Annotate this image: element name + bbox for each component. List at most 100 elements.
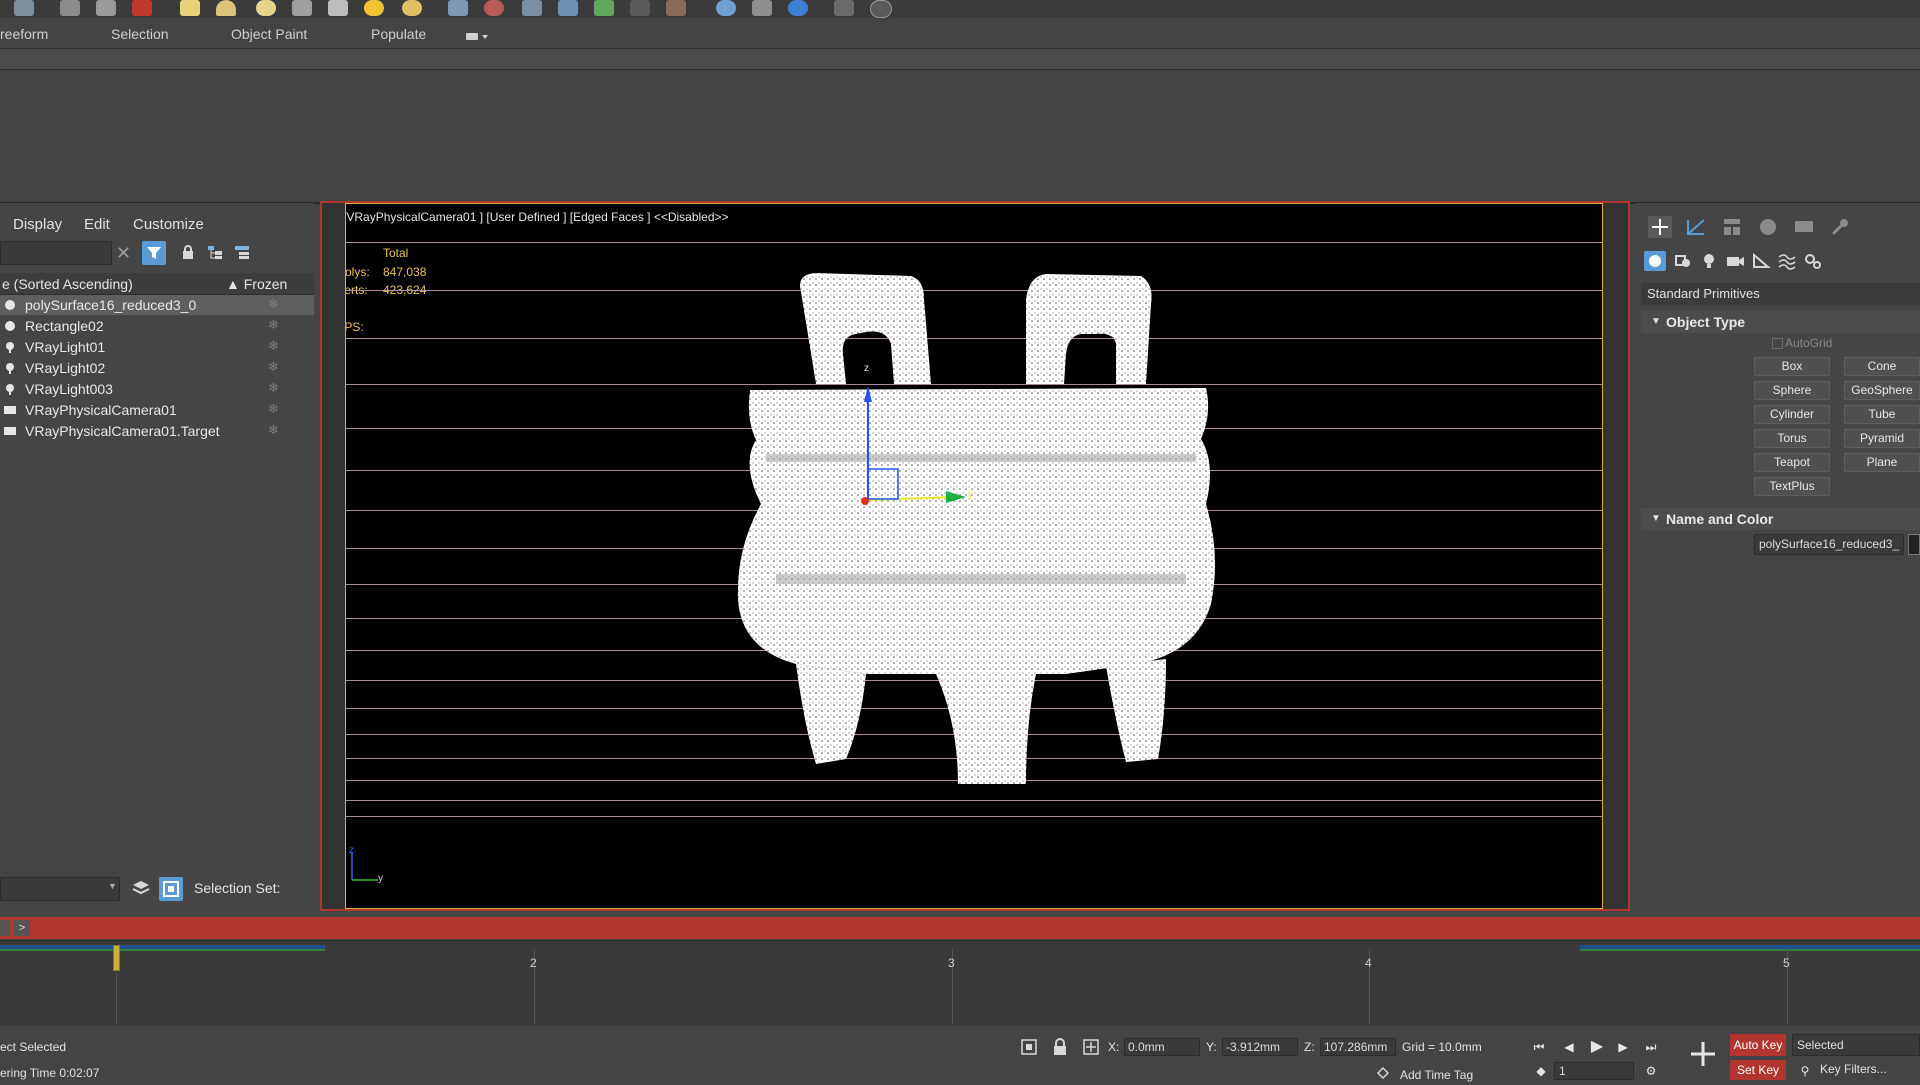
freeze-toggle-icon[interactable]: ❄ bbox=[268, 359, 279, 375]
torus-button[interactable]: Torus bbox=[1754, 429, 1830, 448]
layers-button[interactable] bbox=[131, 878, 151, 898]
autogrid-checkbox[interactable] bbox=[1772, 338, 1783, 349]
category-shapes[interactable] bbox=[1672, 251, 1694, 271]
tab-selection[interactable]: Selection bbox=[111, 26, 169, 42]
plane-button[interactable]: Plane bbox=[1844, 453, 1920, 472]
list-item[interactable]: VRayPhysicalCamera01.Target ❄ bbox=[0, 421, 314, 441]
hierarchy-collapse-icon[interactable] bbox=[234, 244, 250, 260]
next-frame-button[interactable]: > bbox=[14, 920, 30, 936]
selection-set-button[interactable] bbox=[159, 877, 183, 901]
set-keys-button[interactable] bbox=[1685, 1034, 1721, 1074]
category-systems[interactable] bbox=[1802, 251, 1824, 271]
time-config-button[interactable]: ⚙ bbox=[1642, 1062, 1660, 1080]
track-bar[interactable]: 2 3 4 5 bbox=[0, 940, 1920, 1026]
key-filter-icon[interactable]: ⚲ bbox=[1796, 1062, 1814, 1080]
prev-frame-button[interactable] bbox=[0, 920, 10, 936]
clear-search-icon[interactable]: ✕ bbox=[116, 243, 131, 264]
selection-lock-button[interactable] bbox=[1052, 1038, 1068, 1056]
current-frame-field[interactable]: 1 bbox=[1554, 1062, 1634, 1080]
box-create-icon[interactable] bbox=[180, 0, 200, 16]
bind-icon[interactable] bbox=[132, 0, 152, 16]
hf-icon[interactable] bbox=[630, 0, 650, 16]
vray-fur-icon[interactable] bbox=[558, 0, 578, 16]
polysurface-object[interactable] bbox=[346, 204, 1603, 909]
list-item[interactable]: Rectangle02 ❄ bbox=[0, 316, 314, 336]
category-spacewarps[interactable] bbox=[1776, 251, 1798, 271]
tab-hierarchy[interactable] bbox=[1720, 216, 1744, 238]
vray-sphere-icon[interactable] bbox=[484, 0, 504, 16]
list-item[interactable]: VRayLight003 ❄ bbox=[0, 379, 314, 399]
help-icon[interactable] bbox=[870, 0, 892, 18]
name-color-rollout[interactable]: ▼ Name and Color bbox=[1641, 508, 1920, 530]
key-mode-toggle[interactable]: ◆ bbox=[1532, 1062, 1550, 1080]
tab-modify[interactable] bbox=[1684, 216, 1708, 238]
freeze-toggle-icon[interactable]: ❄ bbox=[268, 317, 279, 333]
camera-viewport[interactable]: [+] [VRayPhysicalCamera01 ] [User Define… bbox=[345, 203, 1603, 909]
tube-button[interactable]: Tube bbox=[1844, 405, 1920, 424]
unlink-icon[interactable] bbox=[96, 0, 116, 16]
hierarchy-expand-icon[interactable] bbox=[207, 244, 223, 260]
category-cameras[interactable] bbox=[1724, 251, 1746, 271]
time-slider[interactable]: > bbox=[0, 917, 1920, 939]
pyramid-button[interactable]: Pyramid bbox=[1844, 429, 1920, 448]
prev-key-button[interactable]: ◀ bbox=[1560, 1038, 1578, 1056]
goto-end-button[interactable]: ⏭ bbox=[1642, 1038, 1660, 1056]
render-icon[interactable] bbox=[716, 0, 736, 16]
list-item[interactable]: polySurface16_reduced3_0 ❄ bbox=[0, 295, 314, 315]
auto-key-button[interactable]: Auto Key bbox=[1730, 1034, 1786, 1056]
sphere-create-icon[interactable] bbox=[256, 0, 276, 16]
pyramid-create-icon[interactable] bbox=[328, 0, 348, 16]
time-cursor-handle[interactable] bbox=[113, 945, 120, 971]
object-type-rollout[interactable]: ▼ Object Type bbox=[1641, 311, 1920, 333]
primitive-category-dropdown[interactable]: Standard Primitives bbox=[1641, 283, 1920, 305]
column-frozen-header[interactable]: ▲ Frozen bbox=[226, 276, 287, 292]
object-name-field[interactable]: polySurface16_reduced3_ bbox=[1754, 534, 1904, 555]
column-name-header[interactable]: e (Sorted Ascending) bbox=[2, 276, 133, 292]
list-item[interactable]: VRayLight01 ❄ bbox=[0, 337, 314, 357]
tab-motion[interactable] bbox=[1756, 216, 1780, 238]
geosphere-create-icon[interactable] bbox=[292, 0, 312, 16]
checker-material-icon[interactable] bbox=[448, 0, 468, 16]
explorer-search-input[interactable] bbox=[0, 241, 112, 265]
layer-dropdown[interactable] bbox=[0, 877, 120, 901]
freeze-toggle-icon[interactable]: ❄ bbox=[268, 338, 279, 354]
scene-states-icon[interactable] bbox=[834, 0, 854, 16]
isolate-selection-button[interactable] bbox=[1020, 1038, 1038, 1056]
y-coord-field[interactable]: -3.912mm bbox=[1222, 1038, 1298, 1056]
set-key-button[interactable]: Set Key bbox=[1730, 1060, 1786, 1080]
menu-edit[interactable]: Edit bbox=[84, 216, 110, 233]
list-item[interactable]: VRayLight02 ❄ bbox=[0, 358, 314, 378]
freeze-toggle-icon[interactable]: ❄ bbox=[268, 422, 279, 438]
cone-button[interactable]: Cone bbox=[1844, 357, 1920, 376]
ribbon-options-dropdown[interactable] bbox=[466, 29, 490, 40]
vray-proxy-icon[interactable] bbox=[522, 0, 542, 16]
frame-buffer-icon[interactable] bbox=[752, 0, 772, 16]
freeze-toggle-icon[interactable]: ❄ bbox=[268, 401, 279, 417]
undo-icon[interactable] bbox=[14, 0, 34, 16]
link-icon[interactable] bbox=[60, 0, 80, 16]
lock-icon[interactable] bbox=[180, 244, 196, 260]
filter-toggle-button[interactable] bbox=[142, 241, 166, 265]
next-key-button[interactable]: ▶ bbox=[1614, 1038, 1632, 1056]
absolute-mode-button[interactable] bbox=[1082, 1038, 1100, 1056]
vray-plant-icon[interactable] bbox=[594, 0, 614, 16]
tab-object-paint[interactable]: Object Paint bbox=[231, 26, 307, 42]
object-color-swatch[interactable] bbox=[1908, 534, 1920, 555]
osl-icon[interactable] bbox=[666, 0, 686, 16]
teapot-button[interactable]: Teapot bbox=[1754, 453, 1830, 472]
list-item[interactable]: VRayPhysicalCamera01 ❄ bbox=[0, 400, 314, 420]
sphere-button[interactable]: Sphere bbox=[1754, 381, 1830, 400]
freeze-toggle-icon[interactable]: ❄ bbox=[268, 380, 279, 396]
active-shade-icon[interactable] bbox=[788, 0, 808, 16]
category-helpers[interactable] bbox=[1750, 251, 1772, 271]
category-lights[interactable] bbox=[1698, 251, 1720, 271]
tab-freeform[interactable]: reeform bbox=[0, 26, 48, 42]
cone-create-icon[interactable] bbox=[216, 0, 236, 16]
tab-utilities[interactable] bbox=[1828, 216, 1852, 238]
key-filters-button[interactable]: Key Filters... bbox=[1820, 1062, 1887, 1076]
key-set-dropdown[interactable]: Selected bbox=[1792, 1034, 1920, 1056]
tab-create[interactable] bbox=[1648, 216, 1672, 238]
box-button[interactable]: Box bbox=[1754, 357, 1830, 376]
tab-display[interactable] bbox=[1792, 216, 1816, 238]
z-coord-field[interactable]: 107.286mm bbox=[1320, 1038, 1396, 1056]
